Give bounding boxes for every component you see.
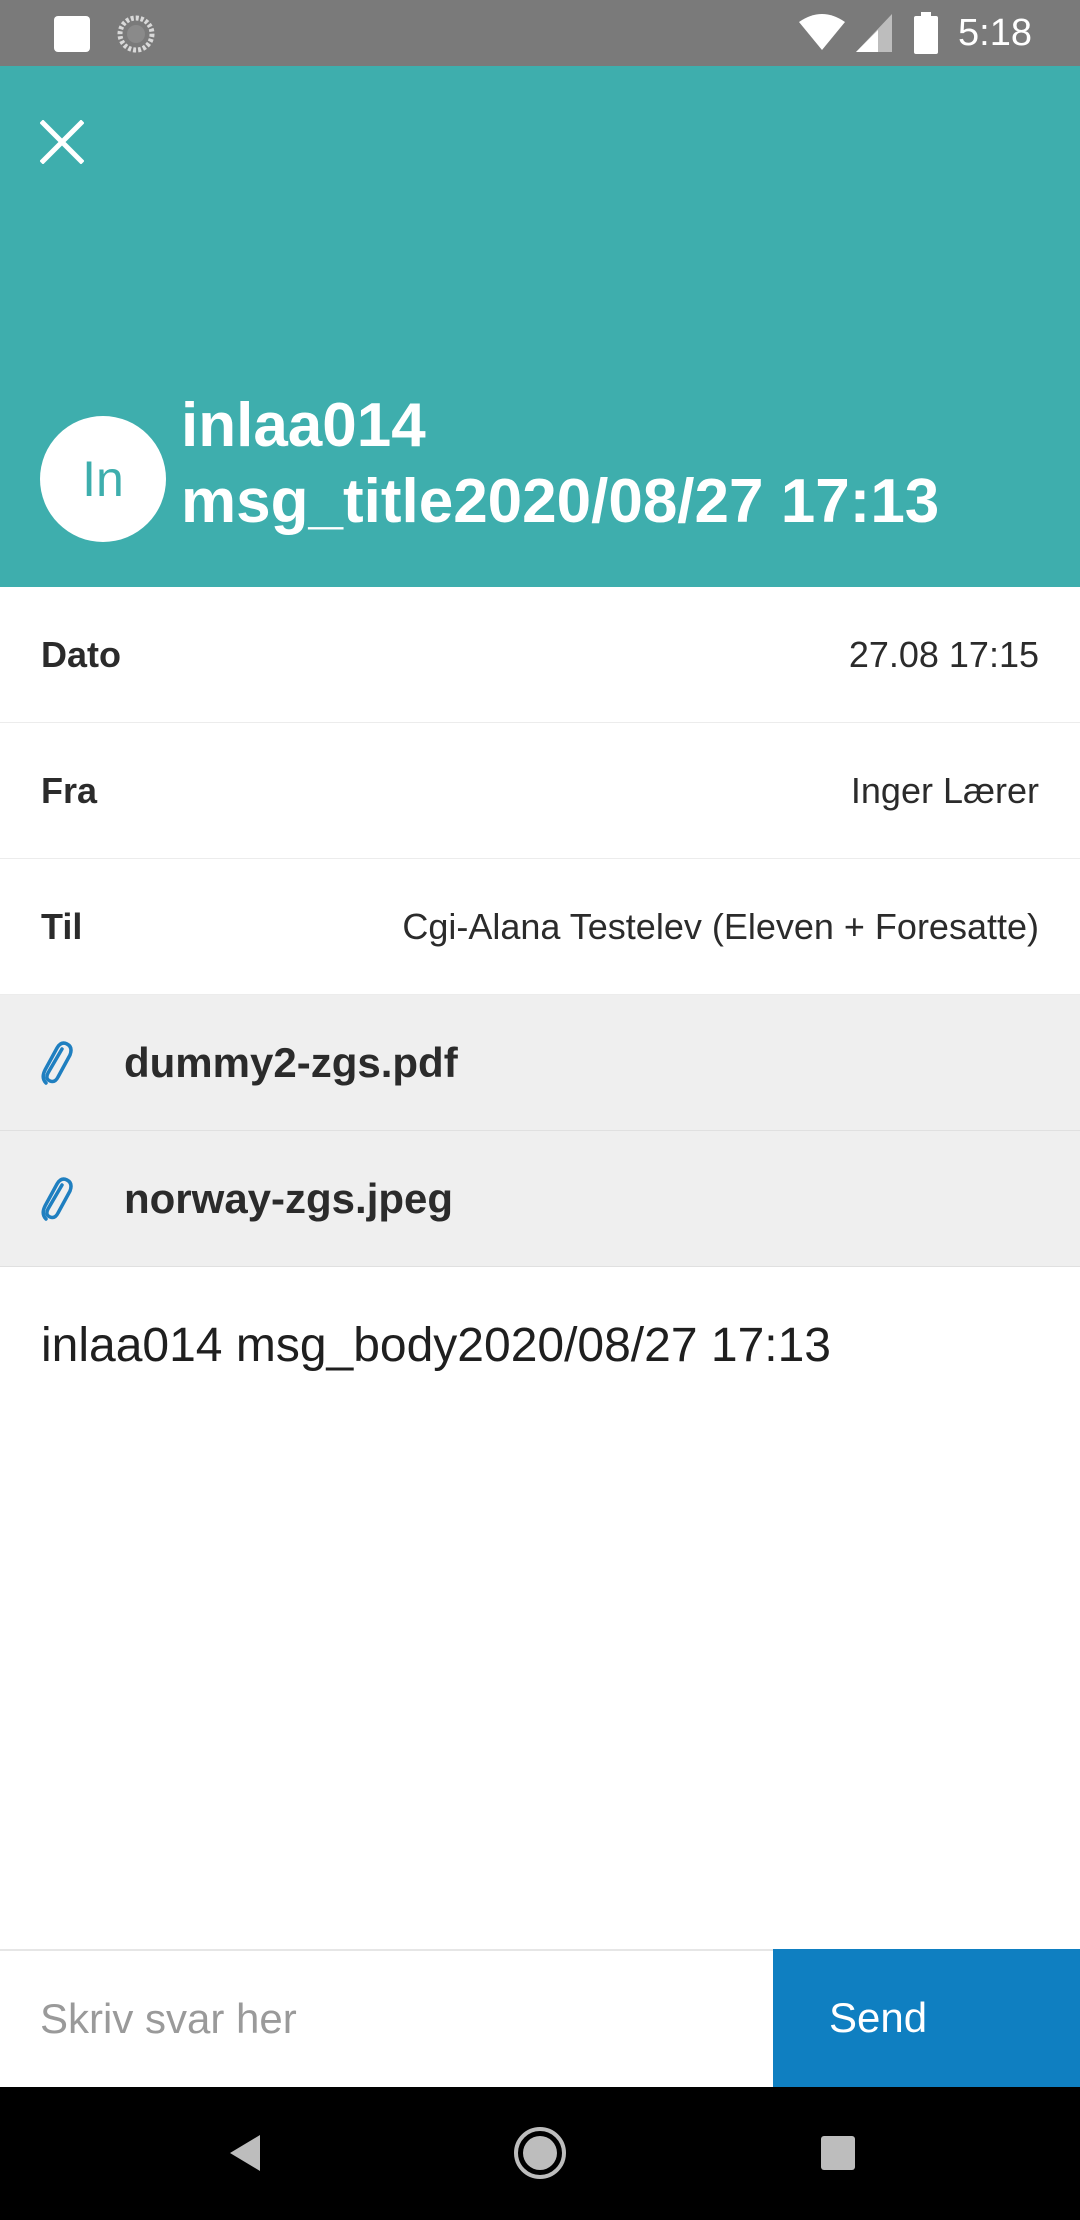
- paperclip-icon: [41, 1041, 73, 1085]
- send-button[interactable]: Send: [773, 1949, 1080, 2087]
- from-label: Fra: [41, 770, 98, 811]
- back-triangle-icon: [230, 2135, 260, 2171]
- attachment-name: norway-zgs.jpeg: [124, 1175, 454, 1222]
- back-button[interactable]: [214, 2123, 274, 2183]
- close-button[interactable]: [22, 102, 102, 182]
- attachment-item[interactable]: norway-zgs.jpeg: [0, 1131, 1080, 1267]
- attachment-name: dummy2-zgs.pdf: [124, 1039, 458, 1086]
- attachment-item[interactable]: dummy2-zgs.pdf: [0, 995, 1080, 1131]
- status-bar: 5:18: [0, 0, 1080, 66]
- home-button[interactable]: [510, 2123, 570, 2183]
- wifi-icon: [799, 14, 845, 50]
- avatar: In: [40, 416, 166, 542]
- message-body: inlaa014 msg_body2020/08/27 17:13: [41, 1319, 831, 1372]
- title-line-2: msg_title2020/08/27 17:13: [181, 467, 940, 536]
- to-row: Til Cgi-Alana Testelev (Eleven + Foresat…: [0, 859, 1080, 995]
- close-icon: [40, 120, 84, 164]
- to-value: Cgi-Alana Testelev (Eleven + Foresatte): [402, 906, 1039, 947]
- battery-icon: [914, 12, 938, 54]
- recent-apps-square-icon: [821, 2136, 855, 2170]
- date-value: 27.08 17:15: [848, 634, 1039, 675]
- to-label: Til: [41, 906, 83, 947]
- message-header: In inlaa014 msg_title2020/08/27 17:13: [0, 66, 1080, 587]
- from-row: Fra Inger Lærer: [0, 723, 1080, 859]
- recent-apps-button[interactable]: [808, 2123, 868, 2183]
- loading-spinner-icon: [117, 15, 155, 53]
- from-value: Inger Lærer: [850, 770, 1039, 811]
- cellular-signal-icon: [856, 14, 892, 52]
- reply-input[interactable]: [0, 1951, 773, 2087]
- title-line-1: inlaa014: [181, 391, 426, 460]
- date-label: Dato: [41, 634, 121, 675]
- status-clock: 5:18: [958, 12, 1032, 54]
- page-title: inlaa014 msg_title2020/08/27 17:13: [181, 388, 1061, 540]
- date-row: Dato 27.08 17:15: [0, 587, 1080, 723]
- home-circle-icon: [514, 2127, 566, 2179]
- paperclip-icon: [41, 1177, 73, 1221]
- navigation-bar: [0, 2087, 1080, 2220]
- reply-bar: Send: [0, 1949, 1080, 2087]
- notification-square-icon: [54, 16, 90, 52]
